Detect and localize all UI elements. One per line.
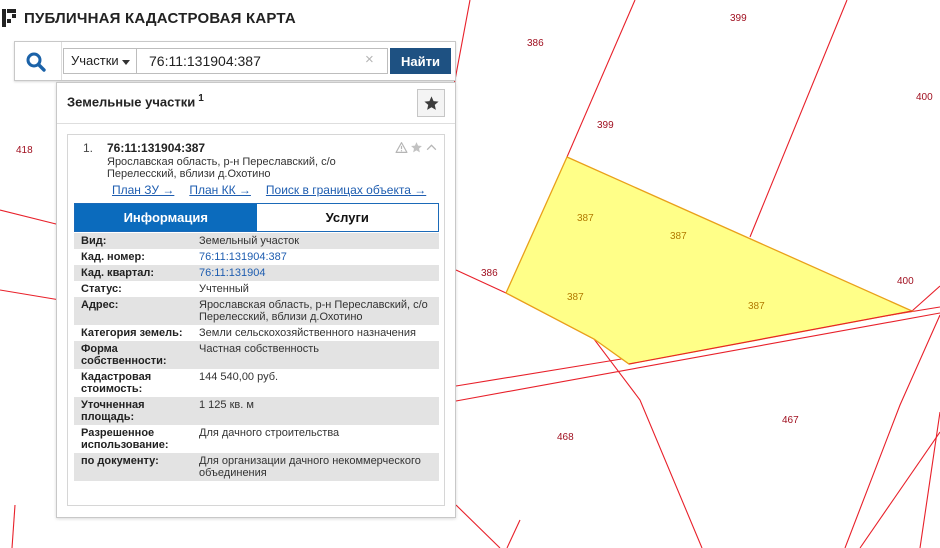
table-row: Адрес: Ярославская область, р-н Переслав… — [74, 297, 439, 325]
panel-title-text: Земельные участки — [67, 94, 196, 110]
attribute-value: Частная собственность — [199, 343, 320, 355]
attribute-label: Кад. квартал: — [81, 267, 155, 279]
table-row: Уточненная площадь: 1 125 кв. м — [74, 397, 439, 425]
parcel-label-387: 387 — [748, 301, 765, 312]
attribute-value: Для дачного строительства — [199, 427, 340, 439]
cadastral-quarter-link[interactable]: 76:11:131904 — [193, 267, 439, 279]
parcel-label: 468 — [557, 432, 574, 443]
parcel-label: 386 — [481, 268, 498, 279]
result-tabs: Информация Услуги — [74, 203, 439, 232]
tab-information[interactable]: Информация — [75, 204, 257, 231]
table-row: Кад. квартал: 76:11:131904 — [74, 265, 439, 281]
result-actions — [395, 141, 438, 154]
attribute-label: Категория земель: — [81, 327, 183, 339]
attribute-label: Форма собственности: — [81, 343, 167, 367]
star-icon[interactable] — [410, 141, 423, 154]
attribute-value: 144 540,00 руб. — [199, 371, 279, 383]
result-card: 1. 76:11:131904:387 Ярославская область,… — [67, 134, 445, 506]
attributes-table: Вид: Земельный участок Кад. номер: 76:11… — [74, 233, 439, 481]
app-title: ПУБЛИЧНАЯ КАДАСТРОВАЯ КАРТА — [24, 9, 296, 27]
attribute-label: Статус: — [81, 283, 122, 295]
parcel-label: 386 — [527, 38, 544, 49]
object-type-value: Участки — [71, 53, 119, 68]
attribute-label: Разрешенное использование: — [81, 427, 169, 451]
table-row: Категория земель: Земли сельскохозяйстве… — [74, 325, 439, 341]
attribute-value: Земельный участок — [199, 235, 300, 247]
parcel-label: 400 — [916, 92, 933, 103]
attribute-value: Земли сельскохозяйственного назначения — [199, 327, 416, 339]
attribute-value: Ярославская область, р-н Переславский, с… — [199, 299, 428, 323]
table-row: Кад. номер: 76:11:131904:387 — [74, 249, 439, 265]
selected-parcel[interactable] — [505, 156, 915, 365]
attribute-label: Вид: — [81, 235, 107, 247]
close-icon[interactable]: × — [365, 52, 374, 68]
result-links: План ЗУ → План КК → Поиск в границах объ… — [112, 183, 426, 197]
object-type-select[interactable]: Участки — [63, 48, 137, 74]
plan-zu-link[interactable]: План ЗУ → — [112, 183, 174, 197]
attribute-value: Учтенный — [199, 283, 249, 295]
table-row: Статус: Учтенный — [74, 281, 439, 297]
star-icon — [423, 95, 439, 110]
plan-kk-link[interactable]: План КК → — [189, 183, 251, 197]
parcel-label: 418 — [16, 145, 33, 156]
search-input[interactable] — [137, 48, 388, 74]
attribute-value: 1 125 кв. м — [199, 399, 254, 411]
result-cadastral-number[interactable]: 76:11:131904:387 — [107, 141, 205, 155]
table-row: Кадастровая стоимость: 144 540,00 руб. — [74, 369, 439, 397]
parcel-label-387: 387 — [567, 292, 584, 303]
app-header: ПУБЛИЧНАЯ КАДАСТРОВАЯ КАРТА — [0, 0, 296, 36]
favorites-button[interactable] — [417, 89, 445, 117]
search-bar: Участки × Найти — [14, 41, 456, 81]
parcel-label: 400 — [897, 276, 914, 287]
attribute-label: Уточненная площадь: — [81, 399, 145, 423]
attribute-value: Для организации дачного некоммерческого … — [199, 455, 421, 479]
results-panel: Земельные участки 1 1. 76:11:131904:387 Я… — [56, 82, 456, 518]
warning-icon[interactable] — [395, 141, 408, 154]
chevron-down-icon — [122, 60, 130, 65]
cadastral-number-link[interactable]: 76:11:131904:387 — [193, 251, 439, 263]
table-row: по документу: Для организации дачного не… — [74, 453, 439, 481]
table-row: Вид: Земельный участок — [74, 233, 439, 249]
chevron-up-icon[interactable] — [425, 141, 438, 154]
parcel-label: 399 — [597, 120, 614, 131]
attribute-label: по документу: — [81, 455, 159, 467]
search-within-link[interactable]: Поиск в границах объекта → — [266, 183, 426, 197]
pkk-logo-icon — [2, 9, 16, 27]
parcel-label: 467 — [782, 415, 799, 426]
search-icon[interactable] — [25, 51, 47, 73]
search-divider — [61, 42, 62, 80]
result-index: 1. — [83, 141, 94, 155]
parcel-label: 399 — [730, 13, 747, 24]
panel-title: Земельные участки 1 — [67, 93, 204, 109]
tab-services[interactable]: Услуги — [256, 204, 438, 231]
result-address: Ярославская область, р-н Переславский, с… — [107, 156, 336, 180]
find-button[interactable]: Найти — [390, 48, 451, 74]
results-count: 1 — [198, 93, 204, 104]
attribute-label: Кадастровая стоимость: — [81, 371, 152, 395]
attribute-label: Адрес: — [81, 299, 119, 311]
parcel-label-387: 387 — [577, 213, 594, 224]
panel-divider — [57, 123, 455, 124]
parcel-label-387: 387 — [670, 231, 687, 242]
table-row: Разрешенное использование: Для дачного с… — [74, 425, 439, 453]
table-row: Форма собственности: Частная собственнос… — [74, 341, 439, 369]
attribute-label: Кад. номер: — [81, 251, 145, 263]
